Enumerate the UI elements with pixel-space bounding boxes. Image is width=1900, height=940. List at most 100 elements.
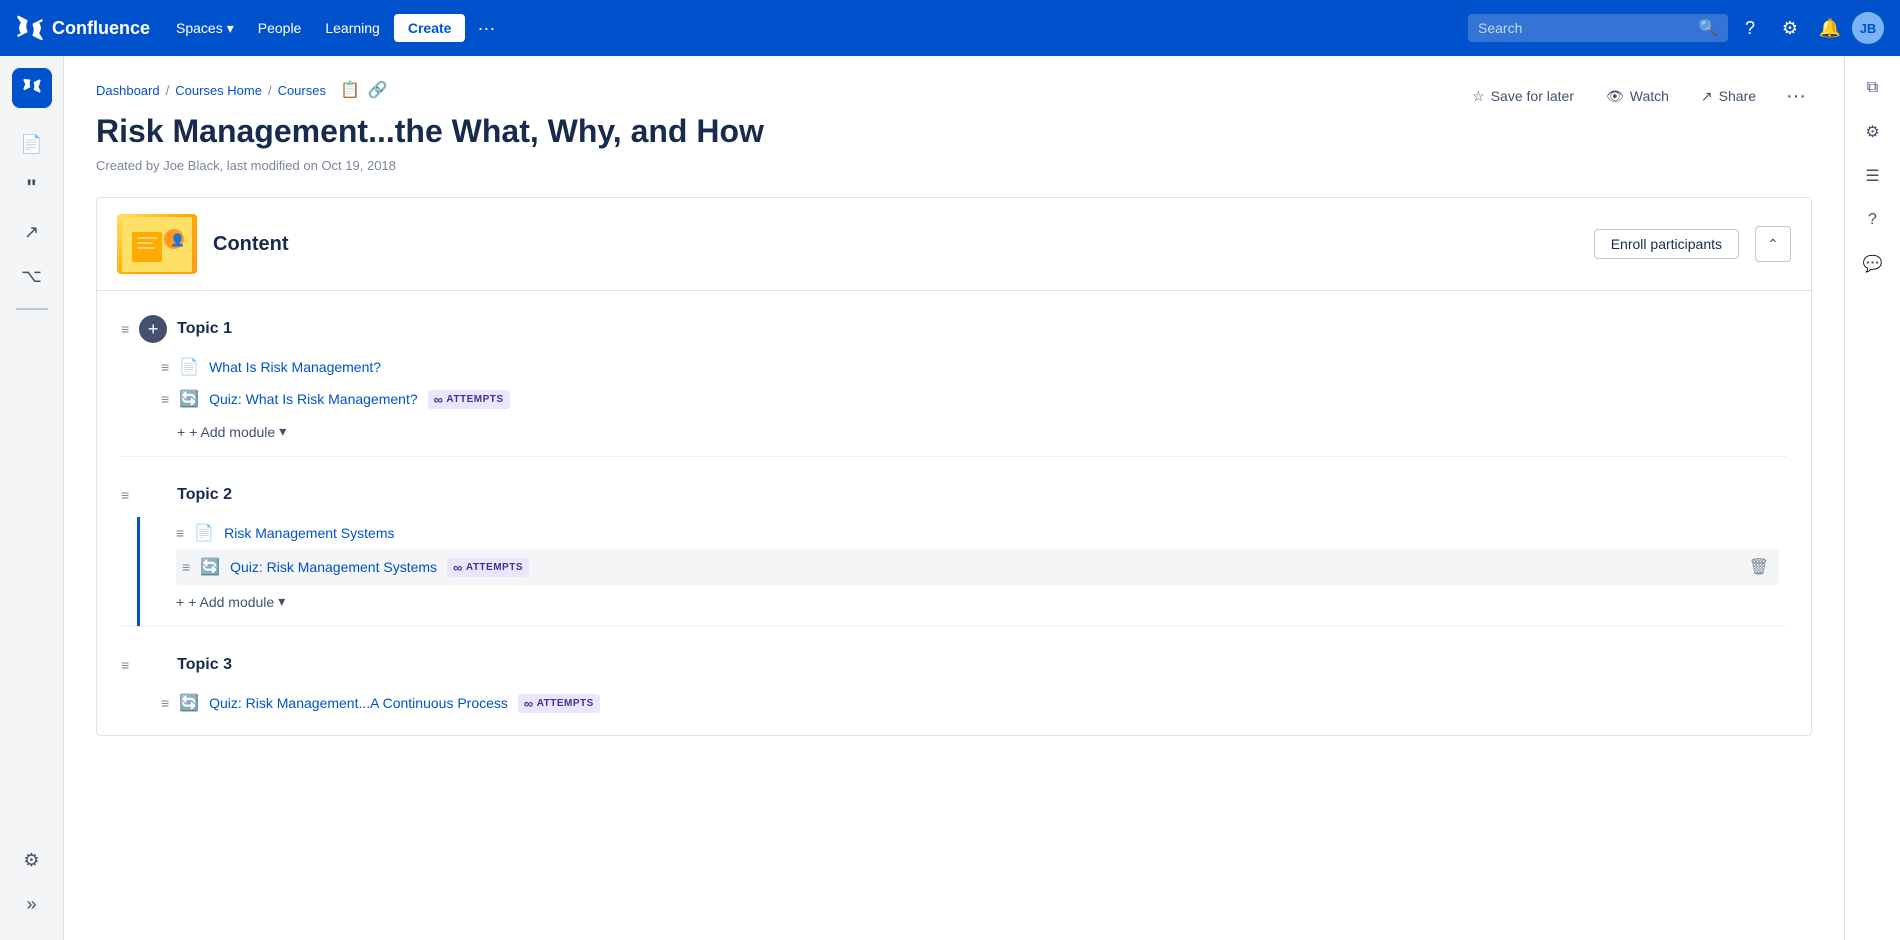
search-box: 🔍 <box>1468 14 1728 42</box>
avatar[interactable]: JB <box>1852 12 1884 44</box>
topic-1-title: Topic 1 <box>177 320 232 338</box>
breadcrumb-courses[interactable]: Courses <box>278 83 326 98</box>
sidebar-bottom: ⚙ » <box>12 840 52 928</box>
right-panel-copy[interactable]: ⧉ <box>1853 68 1893 108</box>
content-thumbnail: 👤 <box>117 214 197 274</box>
content-card-title: Content <box>213 233 289 256</box>
main-content: Dashboard / Courses Home / Courses 📋 🔗 ☆… <box>64 56 1844 940</box>
sidebar-item-hierarchy[interactable]: ⌥ <box>12 256 52 296</box>
help-icon: ? <box>1745 18 1755 39</box>
add-module-row-2: + + Add module ▾ <box>176 585 1787 626</box>
drag-handle-module-2-2[interactable]: ≡ <box>182 559 190 575</box>
eye-icon: 👁 <box>1606 88 1624 105</box>
topic-3-row: ≡ Topic 3 <box>121 643 1787 687</box>
gear-icon: ⚙ <box>1782 18 1798 39</box>
topics-body: ≡ + Topic 1 ≡ 📄 What Is Risk Management?… <box>97 291 1811 735</box>
right-panel-list[interactable]: ☰ <box>1853 156 1893 196</box>
topic-2-module-2: ≡ 🔄 Quiz: Risk Management Systems ∞ ATTE… <box>176 549 1779 585</box>
topic-2-title: Topic 2 <box>177 486 232 504</box>
enroll-participants-button[interactable]: Enroll participants <box>1594 229 1739 259</box>
module-link-3-1[interactable]: Quiz: Risk Management...A Continuous Pro… <box>209 695 508 711</box>
topic-2-module-1: ≡ 📄 Risk Management Systems <box>176 517 1787 549</box>
breadcrumb-courses-home[interactable]: Courses Home <box>175 83 262 98</box>
attempts-badge-1-2: ∞ ATTEMPTS <box>428 390 510 409</box>
share-button[interactable]: ↗ Share <box>1693 84 1764 109</box>
drag-handle-topic-3[interactable]: ≡ <box>121 657 129 673</box>
notifications-icon-button[interactable]: 🔔 <box>1812 10 1848 46</box>
content-card-header: 👤 Content Enroll participants ⌃ <box>97 198 1811 291</box>
right-panel: ⧉ ⚙ ☰ ? 💬 <box>1844 56 1900 940</box>
drag-handle-module-1-2[interactable]: ≡ <box>161 391 169 407</box>
expand-icon: » <box>26 894 36 915</box>
external-link-icon: ↗ <box>24 222 39 243</box>
more-nav-button[interactable]: ··· <box>469 14 503 43</box>
comment-icon: 💬 <box>1863 254 1883 274</box>
topic-section-1: ≡ + Topic 1 ≡ 📄 What Is Risk Management?… <box>97 291 1811 456</box>
topic-section-3: ≡ Topic 3 ≡ 🔄 Quiz: Risk Management...A … <box>97 627 1811 735</box>
breadcrumb-dashboard[interactable]: Dashboard <box>96 83 160 98</box>
drag-handle-module-3-1[interactable]: ≡ <box>161 695 169 711</box>
add-module-button-2[interactable]: + + Add module ▾ <box>176 593 285 610</box>
watch-button[interactable]: 👁 Watch <box>1598 84 1677 109</box>
page-meta: Created by Joe Black, last modified on O… <box>96 158 1812 173</box>
help-icon-button[interactable]: ? <box>1732 10 1768 46</box>
topic-3-title: Topic 3 <box>177 656 232 674</box>
learning-nav[interactable]: Learning <box>315 14 390 42</box>
sidebar-settings[interactable]: ⚙ <box>12 840 52 880</box>
module-link-2-1[interactable]: Risk Management Systems <box>224 525 394 541</box>
search-input[interactable] <box>1478 20 1690 36</box>
page-title: Risk Management...the What, Why, and How <box>96 112 1812 150</box>
collapse-button[interactable]: ⌃ <box>1755 226 1791 262</box>
page-icon-2: 📄 <box>194 523 214 543</box>
breadcrumb-link-icon[interactable]: 🔗 <box>368 80 388 100</box>
drag-handle-topic-1[interactable]: ≡ <box>121 321 129 337</box>
chevron-up-icon: ⌃ <box>1767 236 1779 253</box>
topic-1-row: ≡ + Topic 1 <box>121 307 1787 351</box>
sidebar-item-documents[interactable]: 📄 <box>12 124 52 164</box>
right-panel-help[interactable]: ? <box>1853 200 1893 240</box>
sidebar-item-external-link[interactable]: ↗ <box>12 212 52 252</box>
document-icon: 📄 <box>20 134 42 155</box>
add-topic-1-button[interactable]: + <box>139 315 167 343</box>
more-actions-button[interactable]: ··· <box>1780 81 1812 112</box>
star-icon: ☆ <box>1472 88 1485 105</box>
delete-module-button-2-2[interactable]: 🗑 <box>1745 553 1773 581</box>
attempts-badge-3-1: ∞ ATTEMPTS <box>518 694 600 713</box>
spaces-menu[interactable]: Spaces ▾ <box>166 14 244 43</box>
search-icon: 🔍 <box>1698 18 1718 38</box>
sidebar-home-icon[interactable] <box>12 68 52 108</box>
breadcrumb: Dashboard / Courses Home / Courses 📋 🔗 <box>96 80 388 100</box>
breadcrumb-edit-icon[interactable]: 📋 <box>340 80 360 100</box>
save-later-button[interactable]: ☆ Save for later <box>1464 84 1582 109</box>
topic-3-module-1: ≡ 🔄 Quiz: Risk Management...A Continuous… <box>161 687 1787 719</box>
module-link-1-2[interactable]: Quiz: What Is Risk Management? <box>209 391 418 407</box>
create-button[interactable]: Create <box>394 14 466 42</box>
left-sidebar: 📄 " ↗ ⌥ ⚙ » <box>0 56 64 940</box>
settings-icon-button[interactable]: ⚙ <box>1772 10 1808 46</box>
attempts-badge-2-2: ∞ ATTEMPTS <box>447 558 529 577</box>
add-module-button-1[interactable]: + + Add module ▾ <box>177 423 286 440</box>
right-panel-comment[interactable]: 💬 <box>1853 244 1893 284</box>
right-panel-settings[interactable]: ⚙ <box>1853 112 1893 152</box>
sidebar-divider <box>16 308 48 310</box>
drag-handle-module-1-1[interactable]: ≡ <box>161 359 169 375</box>
sidebar-expand[interactable]: » <box>12 884 52 924</box>
quiz-icon-2: 🔄 <box>200 557 220 577</box>
help-circle-icon: ? <box>1868 211 1877 229</box>
breadcrumb-sep-2: / <box>268 83 272 98</box>
content-card: 👤 Content Enroll participants ⌃ ≡ + Topi… <box>96 197 1812 736</box>
breadcrumb-row: Dashboard / Courses Home / Courses 📋 🔗 ☆… <box>96 80 1812 112</box>
confluence-logo[interactable]: Confluence <box>16 14 150 42</box>
share-icon: ↗ <box>1701 88 1713 105</box>
logo-text: Confluence <box>52 18 150 39</box>
module-link-2-2[interactable]: Quiz: Risk Management Systems <box>230 559 437 575</box>
top-navigation: Confluence Spaces ▾ People Learning Crea… <box>0 0 1900 56</box>
drag-handle-module-2-1[interactable]: ≡ <box>176 525 184 541</box>
module-link-1-1[interactable]: What Is Risk Management? <box>209 359 381 375</box>
chevron-down-icon: ▾ <box>227 20 234 37</box>
people-nav[interactable]: People <box>248 14 312 42</box>
sidebar-item-quote[interactable]: " <box>12 168 52 208</box>
page-header-actions: ☆ Save for later 👁 Watch ↗ Share ··· <box>1464 81 1812 112</box>
drag-handle-topic-2[interactable]: ≡ <box>121 487 129 503</box>
topic-1-module-2: ≡ 🔄 Quiz: What Is Risk Management? ∞ ATT… <box>161 383 1787 415</box>
